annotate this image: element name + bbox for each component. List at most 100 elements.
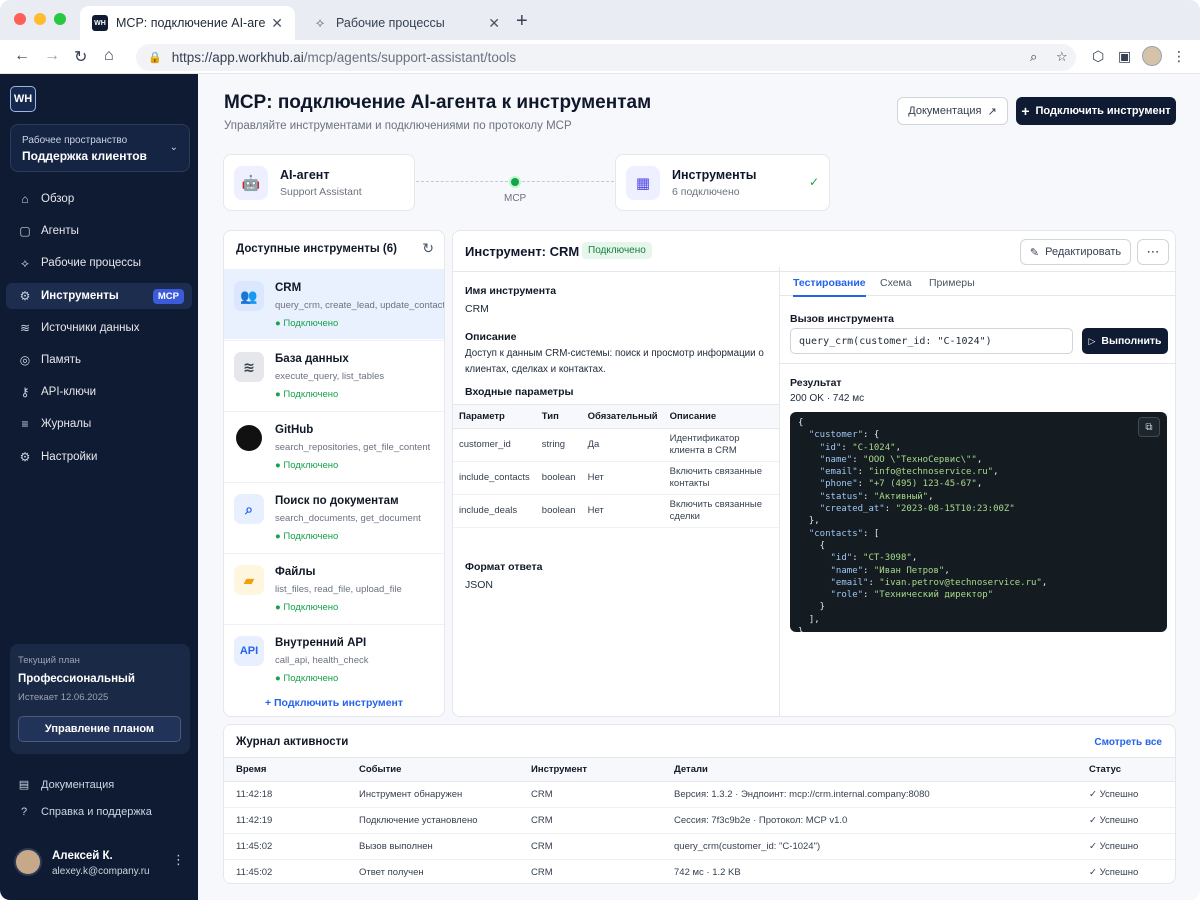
param-type: boolean — [535, 494, 582, 528]
documentation-button[interactable]: Документация ↗ — [897, 97, 1008, 125]
log-status: ✓ Успешно — [1077, 781, 1175, 808]
connection-line — [522, 181, 614, 182]
table-row[interactable]: 11:45:02 Вызов выполнен CRM query_crm(custo… — [224, 833, 1175, 860]
log-event: Ответ получен — [347, 859, 519, 883]
browser-menu-icon[interactable]: ⋮ — [1172, 48, 1186, 65]
tool-item-doc-search[interactable]: ⌕ Поиск по документам search_documents, … — [224, 482, 444, 552]
external-link-icon: ↗ — [987, 105, 997, 118]
sidebar-item-memory[interactable]: ◎ Память — [6, 347, 192, 373]
edit-button-label: Редактировать — [1045, 246, 1122, 258]
log-time: 11:42:18 — [224, 781, 347, 808]
tool-status: ● Подключено — [275, 460, 339, 471]
home-icon[interactable]: ⌂ — [104, 47, 114, 65]
sidebar: WH Рабочее пространство Поддержка клиент… — [0, 74, 198, 900]
url-field[interactable]: 🔒 https://app.workhub.ai/mcp/agents/supp… — [136, 44, 1076, 71]
table-row[interactable]: 11:42:19 Подключение установлено CRM Сессия… — [224, 807, 1175, 834]
close-tab-icon[interactable]: ✕ — [271, 15, 283, 32]
sidebar-item-api-keys[interactable]: ⚷ API-ключи — [6, 379, 192, 405]
workflow-icon: ⟡ — [315, 15, 325, 30]
log-status: ✓ Успешно — [1077, 807, 1175, 834]
user-profile[interactable]: Алексей К. alexey.k@company.ru ⋮ — [14, 848, 190, 880]
sidebar-item-label: API-ключи — [41, 386, 97, 399]
tools-summary-card[interactable]: ▦ Инструменты 6 подключено ✓ — [615, 154, 830, 211]
tool-detail-title: Инструмент: CRM — [465, 244, 580, 259]
connect-tool-button[interactable]: + Подключить инструмент — [1016, 97, 1176, 125]
zoom-icon[interactable]: ⌕ — [1030, 49, 1037, 65]
sidebar-item-logs[interactable]: ≡ Журналы — [6, 411, 192, 437]
reload-icon[interactable]: ↻ — [74, 47, 87, 67]
close-tab-icon[interactable]: ✕ — [488, 15, 500, 32]
edit-button[interactable]: ✎ Редактировать — [1020, 239, 1131, 265]
extensions-icon[interactable]: ⬡ — [1092, 48, 1104, 65]
close-window-button[interactable] — [14, 13, 26, 25]
lock-icon: 🔒 — [148, 52, 162, 64]
tool-call-input[interactable]: query_crm(customer_id: "C-1024") — [790, 328, 1073, 354]
sidebar-item-tools[interactable]: ⚙ Инструменты MCP — [6, 282, 192, 309]
url-host: https://app.workhub.ai — [171, 50, 304, 65]
browser-tab-mcp[interactable]: WH MCP: подключение AI-агента к ✕ — [80, 6, 295, 40]
back-icon[interactable]: ← — [14, 47, 30, 65]
param-required: Нет — [581, 461, 664, 495]
params-table: Параметр Тип Обязательный Описание custo… — [453, 404, 779, 528]
tool-item-database[interactable]: ≋ База данных execute_query, list_tables… — [224, 340, 444, 410]
tool-detail-panel: Инструмент: CRM Подключено ✎ Редактироват… — [452, 230, 1176, 717]
table-row[interactable]: 11:45:02 Ответ получен CRM 742 мс · 1.2 KB ✓… — [224, 859, 1175, 883]
tab-testing[interactable]: Тестирование — [793, 277, 866, 297]
tool-status-text: Подключено — [283, 318, 339, 329]
browser-tab-workflows[interactable]: ⟡ Рабочие процессы ✕ — [300, 6, 512, 40]
workflow-icon: ⟡ — [21, 255, 29, 270]
tool-status: ● Подключено — [275, 318, 339, 329]
more-vertical-icon[interactable]: ⋮ — [172, 852, 185, 868]
column-header: Описание — [663, 404, 779, 429]
tool-item-internal-api[interactable]: API Внутренний API call_api, health_chec… — [224, 624, 444, 694]
tool-name-value: CRM — [465, 303, 489, 315]
minimize-window-button[interactable] — [34, 13, 46, 25]
app-logo[interactable]: WH — [10, 86, 36, 112]
tab-examples[interactable]: Примеры — [929, 277, 975, 289]
tab-schema[interactable]: Схема — [880, 277, 912, 289]
table-row[interactable]: 11:42:18 Инструмент обнаружен CRM Версия: 1… — [224, 781, 1175, 808]
activity-log-heading: Журнал активности — [236, 736, 349, 748]
tool-functions: call_api, health_check — [275, 655, 369, 666]
tab-title: Рабочие процессы — [336, 16, 445, 30]
tool-item-crm[interactable]: 👥 CRM query_crm, create_lead, update_con… — [224, 269, 444, 339]
manage-plan-button[interactable]: Управление планом — [18, 716, 181, 742]
tool-name: База данных — [275, 353, 349, 365]
forward-icon[interactable]: → — [44, 47, 60, 65]
param-name: customer_id — [453, 428, 536, 462]
sidebar-item-agents[interactable]: ▢ Агенты — [6, 218, 192, 244]
refresh-icon[interactable]: ↻ — [422, 240, 434, 257]
log-time: 11:42:19 — [224, 807, 347, 834]
connect-tool-link[interactable]: + Подключить инструмент — [224, 697, 444, 709]
maximize-window-button[interactable] — [54, 13, 66, 25]
tool-functions: list_files, read_file, upload_file — [275, 584, 402, 595]
side-panel-icon[interactable]: ▣ — [1118, 48, 1131, 65]
sidebar-item-data-sources[interactable]: ≋ Источники данных — [6, 315, 192, 341]
new-tab-icon[interactable]: + — [516, 10, 528, 33]
tool-item-files[interactable]: ▰ Файлы list_files, read_file, upload_fi… — [224, 553, 444, 623]
sidebar-docs-link[interactable]: ▤ Документация — [10, 778, 190, 792]
tool-item-github[interactable]: GitHub search_repositories, get_file_con… — [224, 411, 444, 481]
log-status-text: Успешно — [1099, 789, 1139, 800]
sidebar-item-workflows[interactable]: ⟡ Рабочие процессы — [6, 250, 192, 276]
param-name: include_contacts — [453, 461, 536, 495]
sidebar-item-overview[interactable]: ⌂ Обзор — [6, 186, 192, 212]
log-status: ✓ Успешно — [1077, 859, 1175, 883]
github-icon — [234, 423, 264, 453]
sidebar-item-label: Агенты — [41, 225, 79, 238]
tab-bar: WH MCP: подключение AI-агента к ✕ ⟡ Рабо… — [0, 0, 1200, 40]
view-all-link[interactable]: Смотреть все — [1094, 737, 1162, 748]
result-json-viewer[interactable]: { "customer": { "id": "C-1024", "name": … — [790, 412, 1167, 632]
more-options-button[interactable]: ⋯ — [1137, 239, 1169, 265]
workspace-selector[interactable]: Рабочее пространство Поддержка клиентов … — [10, 124, 190, 172]
sidebar-item-settings[interactable]: ⚙ Настройки — [6, 444, 192, 470]
workspace-label: Рабочее пространство — [22, 135, 128, 146]
browser-profile-avatar[interactable] — [1142, 46, 1162, 66]
run-button[interactable]: ▷ Выполнить — [1082, 328, 1168, 354]
copy-icon[interactable]: ⧉ — [1138, 417, 1160, 437]
agent-card[interactable]: 🤖 AI-агент Support Assistant — [223, 154, 415, 211]
bookmark-star-icon[interactable]: ☆ — [1056, 49, 1068, 65]
users-icon: 👥 — [234, 281, 264, 311]
sidebar-help-link[interactable]: ? Справка и поддержка — [10, 806, 190, 818]
address-bar: ← → ↻ ⌂ 🔒 https://app.workhub.ai/mcp/age… — [0, 40, 1200, 74]
